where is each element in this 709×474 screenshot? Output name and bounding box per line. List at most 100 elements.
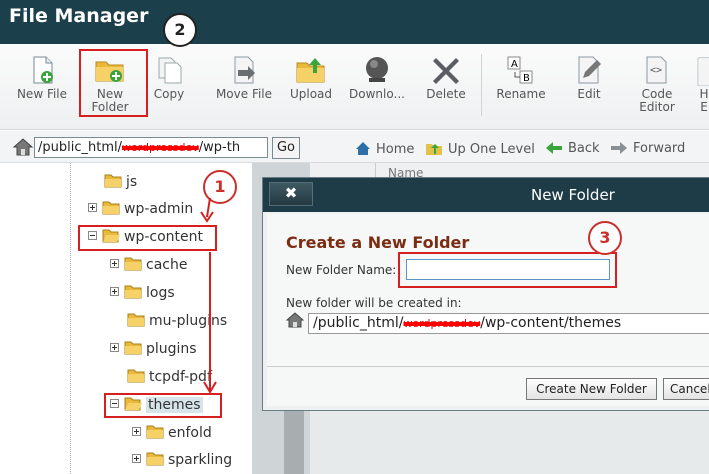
path-prefix: /public_html/ [38, 140, 122, 155]
location-redacted-segment: wordpressdev [403, 317, 481, 330]
folder-icon [146, 452, 164, 466]
code-editor-label: Code Editor [639, 87, 675, 114]
annotation-box-wp-content [78, 225, 217, 251]
folder-icon [102, 201, 120, 215]
folder-icon [104, 174, 122, 188]
html-editor-label: H E [699, 87, 709, 114]
toolbar-divider [481, 54, 482, 116]
folder-name-label: New Folder Name: [286, 263, 397, 277]
create-new-folder-button[interactable]: Create New Folder [526, 378, 657, 400]
dialog-body: Create a New Folder New Folder Name: New… [267, 214, 709, 406]
svg-text:<>: <> [650, 65, 662, 76]
tree-guide-line [70, 163, 71, 474]
copy-icon [158, 57, 182, 84]
download-label: Downlo... [349, 87, 405, 101]
svg-text:A: A [511, 59, 518, 70]
app-title: File Manager [9, 5, 149, 27]
tree-item-label: cache [146, 257, 188, 273]
expand-icon[interactable] [110, 287, 119, 296]
tree-item-label: enfold [168, 425, 212, 441]
tree-item-label: logs [146, 285, 175, 301]
svg-text:B: B [523, 73, 530, 84]
delete-label: Delete [426, 87, 466, 101]
edit-icon [578, 56, 601, 84]
tree-item-cache[interactable]: cache [110, 257, 187, 277]
new-folder-dialog: ✖ New Folder Create a New Folder New Fol… [262, 177, 709, 411]
code-editor-button[interactable]: <> Code Editor [625, 54, 689, 124]
upload-button[interactable]: Upload [279, 54, 343, 124]
tree-item-enfold[interactable]: enfold [132, 425, 212, 445]
tree-item-label: tcpdf-pdf [149, 369, 212, 385]
expand-icon[interactable] [110, 343, 119, 352]
download-button[interactable]: Downlo... [345, 54, 409, 124]
upload-label: Upload [289, 87, 333, 101]
expand-icon[interactable] [132, 454, 141, 463]
nav-forward[interactable]: Forward [610, 141, 685, 156]
tree-item-mu-plugins[interactable]: mu-plugins [127, 313, 227, 333]
folder-icon [127, 313, 145, 327]
location-suffix: /wp-content/themes [480, 315, 622, 331]
tree-item-label: js [126, 174, 138, 190]
tree-item-label: mu-plugins [149, 313, 228, 329]
scrollbar-track[interactable] [284, 410, 304, 474]
cancel-button[interactable]: Cancel [663, 378, 709, 400]
tree-item-label: plugins [146, 341, 197, 357]
path-bar: /public_html/wordpressdev/wp-th Go Home … [0, 131, 709, 163]
expand-icon[interactable] [132, 427, 141, 436]
annotation-box-themes [104, 393, 222, 418]
annotation-box-folder-name [398, 252, 617, 288]
tree-item-logs[interactable]: logs [110, 285, 175, 305]
annotation-step-2: 2 [163, 13, 197, 47]
tree-item-wp-admin[interactable]: wp-admin [88, 201, 193, 221]
nav-back-label: Back [568, 141, 600, 156]
location-path-field: /public_html/wordpressdev/wp-content/the… [308, 313, 709, 334]
location-prefix: /public_html/ [313, 315, 404, 331]
rename-label: Rename [496, 87, 546, 101]
html-editor-icon [697, 57, 709, 86]
go-button[interactable]: Go [272, 137, 300, 159]
edit-button[interactable]: Edit [557, 54, 621, 124]
path-suffix: /wp-th [198, 140, 241, 155]
new-file-button[interactable]: New File [10, 54, 74, 124]
folder-icon [127, 369, 145, 383]
nav-home-label: Home [376, 142, 415, 157]
delete-icon [433, 58, 459, 84]
tree-item-tcpdf-pdf[interactable]: tcpdf-pdf [127, 369, 212, 389]
html-editor-button[interactable]: H E [694, 54, 709, 124]
folder-tree: js wp-admin wp-content cache logs mu-plu… [0, 163, 252, 474]
tree-item-js[interactable]: js [104, 174, 137, 194]
rename-button[interactable]: A B Rename [489, 54, 553, 124]
new-file-icon [33, 56, 53, 84]
delete-button[interactable]: Delete [414, 54, 478, 124]
nav-back[interactable]: Back [545, 141, 600, 156]
code-editor-icon: <> [646, 56, 667, 84]
close-button[interactable]: ✖ [269, 182, 313, 206]
dialog-titlebar: ✖ New Folder [263, 178, 709, 212]
nav-up-one-level[interactable]: Up One Level [425, 141, 535, 157]
move-file-icon [234, 56, 255, 84]
dialog-divider [267, 366, 709, 367]
expand-icon[interactable] [110, 259, 119, 268]
tree-item-label: sparkling [168, 452, 233, 468]
folder-icon [146, 425, 164, 439]
move-file-label: Move File [215, 87, 273, 101]
tree-item-sparkling[interactable]: sparkling [132, 452, 232, 472]
folder-icon [124, 257, 142, 271]
nav-home[interactable]: Home [355, 141, 414, 157]
dialog-heading: Create a New Folder [286, 233, 470, 252]
home-icon [356, 142, 370, 155]
tree-item-plugins[interactable]: plugins [110, 341, 197, 361]
home-icon [286, 312, 304, 328]
upload-icon [296, 58, 325, 83]
annotation-step-1: 1 [203, 170, 237, 204]
tree-item-label: wp-admin [124, 201, 194, 217]
rename-icon: A B [507, 56, 533, 84]
path-input[interactable]: /public_html/wordpressdev/wp-th [34, 137, 268, 158]
expand-icon[interactable] [88, 203, 97, 212]
new-file-label: New File [16, 87, 68, 101]
home-icon[interactable] [12, 137, 34, 157]
annotation-step-3: 3 [588, 221, 622, 255]
move-file-button[interactable]: Move File [212, 54, 276, 124]
download-icon [366, 57, 388, 82]
app-header: File Manager [0, 0, 709, 44]
